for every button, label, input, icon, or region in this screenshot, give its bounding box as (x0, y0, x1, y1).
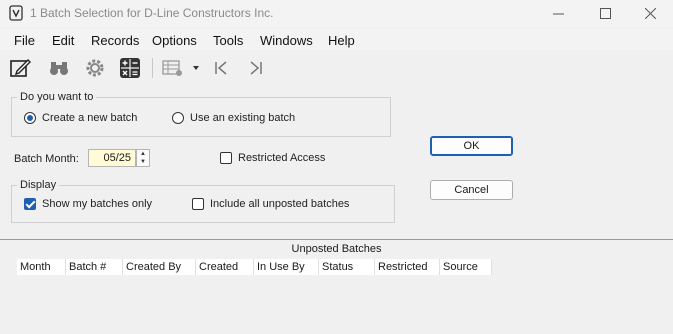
unposted-batches-grid: Unposted Batches Month Batch # Created B… (0, 239, 673, 334)
menu-windows[interactable]: Windows (260, 33, 313, 48)
show-my-batches-label[interactable]: Show my batches only (42, 198, 152, 210)
column-header-status[interactable]: Status (319, 259, 375, 275)
batch-choice-legend: Do you want to (20, 91, 94, 103)
batch-month-label: Batch Month: (14, 153, 79, 165)
maximize-button[interactable] (582, 0, 628, 27)
maximize-icon (599, 8, 611, 19)
edit-button[interactable] (9, 56, 33, 80)
column-header-in-use-by[interactable]: In Use By (254, 259, 319, 275)
batch-month-spinner[interactable]: ▲ ▼ (136, 149, 150, 167)
display-legend: Display (20, 179, 57, 191)
grid-options-icon (162, 60, 182, 76)
last-record-icon (250, 61, 262, 75)
close-icon (644, 8, 656, 19)
use-existing-batch-label[interactable]: Use an existing batch (190, 112, 295, 124)
use-existing-batch-radio[interactable] (172, 112, 184, 124)
menu-file[interactable]: File (14, 33, 35, 48)
column-header-month[interactable]: Month (17, 259, 66, 275)
spin-down-icon[interactable]: ▼ (137, 158, 149, 166)
menu-edit[interactable]: Edit (52, 33, 74, 48)
include-unposted-label[interactable]: Include all unposted batches (210, 198, 349, 210)
cancel-button[interactable]: Cancel (430, 180, 513, 200)
toolbar (0, 53, 673, 83)
find-button[interactable] (47, 56, 71, 80)
grid-options-button[interactable] (161, 56, 185, 80)
column-header-batch-number[interactable]: Batch # (66, 259, 123, 275)
restricted-access-checkbox[interactable] (220, 152, 232, 164)
column-header-created[interactable]: Created (196, 259, 254, 275)
create-new-batch-label[interactable]: Create a new batch (42, 112, 137, 124)
calculator-button[interactable] (118, 56, 142, 80)
edit-icon (10, 59, 31, 77)
column-header-created-by[interactable]: Created By (123, 259, 196, 275)
menu-bar: File Edit Records Options Tools Windows … (0, 29, 673, 51)
spin-up-icon[interactable]: ▲ (137, 150, 149, 158)
show-my-batches-checkbox[interactable] (24, 198, 36, 210)
minimize-button[interactable] (535, 0, 581, 27)
dropdown-arrow-icon (193, 66, 199, 70)
minimize-icon (552, 13, 564, 15)
toolbar-separator (152, 58, 153, 78)
first-record-button[interactable] (209, 56, 233, 80)
menu-help[interactable]: Help (328, 33, 355, 48)
column-header-restricted[interactable]: Restricted (375, 259, 440, 275)
calculator-icon (120, 58, 140, 78)
grid-title: Unposted Batches (291, 243, 382, 255)
first-record-icon (215, 61, 227, 75)
batch-month-input[interactable]: 05/25 (88, 149, 136, 167)
create-new-batch-radio[interactable] (24, 112, 36, 124)
app-icon (9, 5, 23, 21)
close-button[interactable] (627, 0, 673, 27)
settings-button[interactable] (83, 56, 107, 80)
binoculars-icon (50, 62, 68, 75)
ok-button[interactable]: OK (430, 136, 513, 156)
menu-records[interactable]: Records (91, 33, 139, 48)
window-title: 1 Batch Selection for D-Line Constructor… (30, 6, 274, 20)
column-header-source[interactable]: Source (440, 259, 492, 275)
last-record-button[interactable] (244, 56, 268, 80)
title-bar: 1 Batch Selection for D-Line Constructor… (0, 0, 673, 27)
menu-tools[interactable]: Tools (213, 33, 243, 48)
include-unposted-checkbox[interactable] (192, 198, 204, 210)
restricted-access-label[interactable]: Restricted Access (238, 152, 325, 164)
settings-gear-icon (86, 59, 104, 77)
grid-options-dropdown[interactable] (189, 56, 203, 80)
menu-options[interactable]: Options (152, 33, 197, 48)
